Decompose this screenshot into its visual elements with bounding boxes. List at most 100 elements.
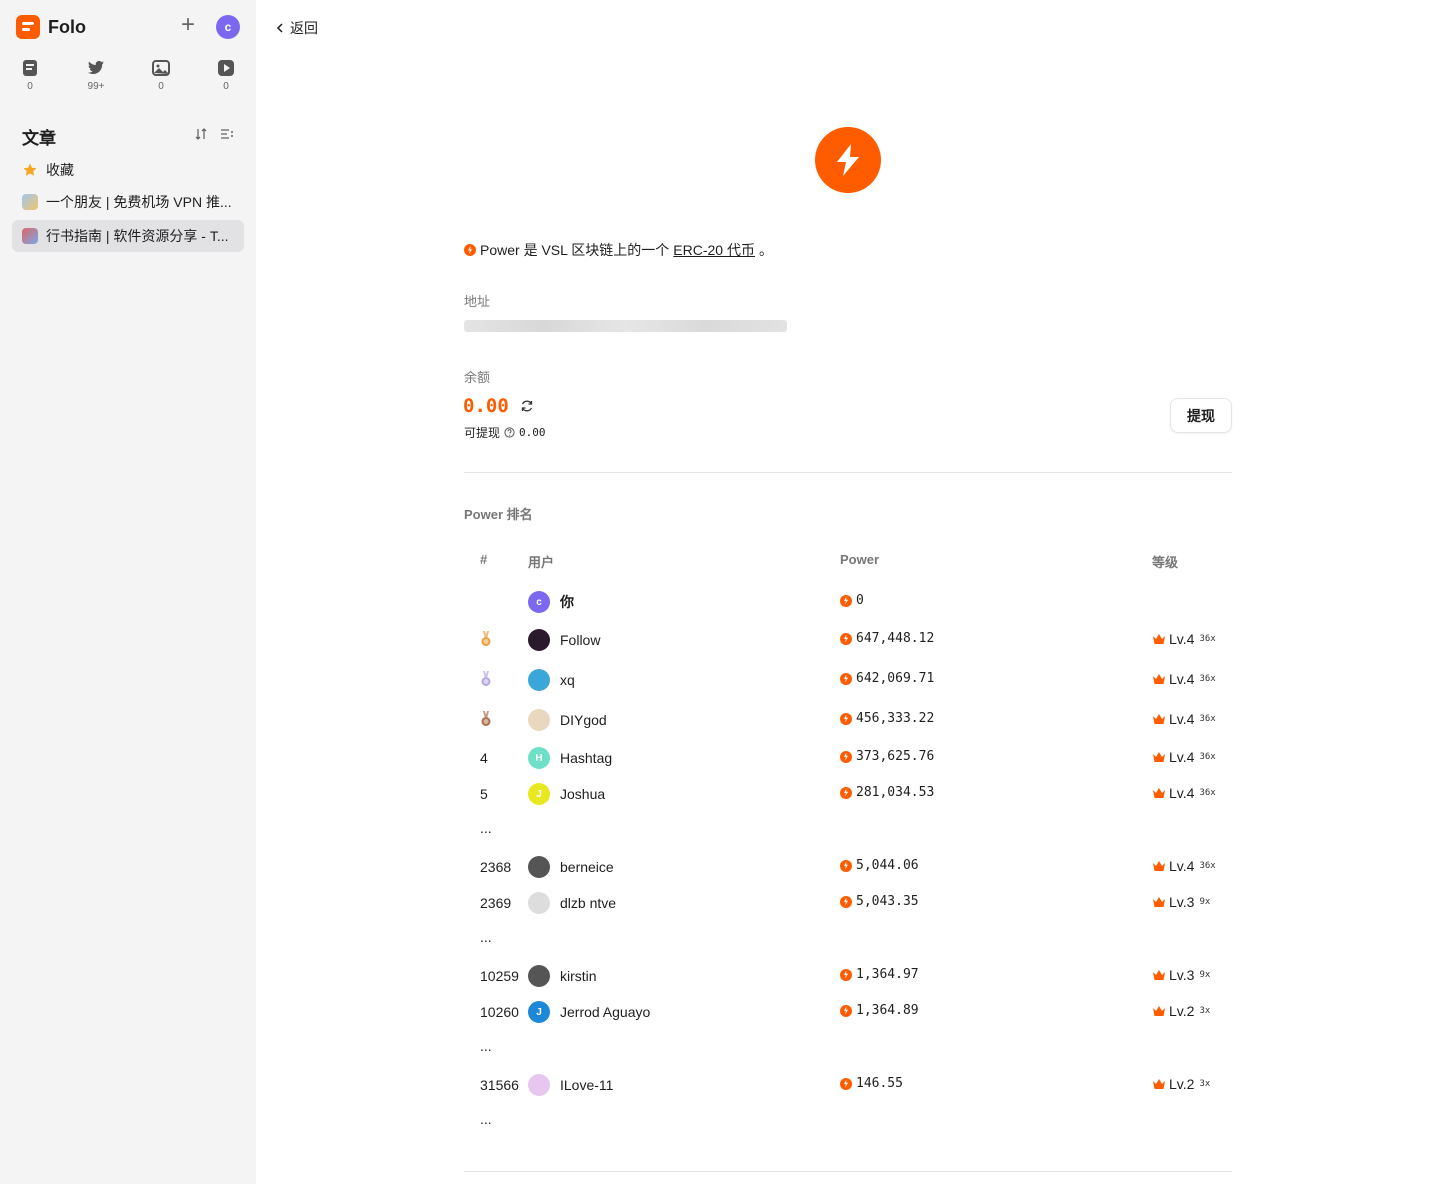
view-pictures[interactable]: 0 bbox=[141, 58, 181, 92]
address-label: 地址 bbox=[464, 294, 491, 309]
crown-icon bbox=[1153, 1079, 1165, 1089]
view-switcher: 0 99+ 0 0 bbox=[0, 58, 256, 98]
ellipsis-row: ... bbox=[480, 1111, 492, 1127]
level-value: Lv.4 bbox=[1169, 631, 1195, 647]
avatar: c bbox=[528, 591, 550, 613]
add-icon[interactable]: + bbox=[176, 13, 200, 38]
level-value: Lv.3 bbox=[1169, 967, 1195, 983]
power-icon bbox=[840, 594, 852, 607]
level-cell: Lv.3 9x bbox=[1152, 894, 1210, 910]
table-row[interactable]: 10259 kirstin 1,364.97 Lv.3 9x bbox=[464, 965, 1232, 989]
ranking-title: Power 排名 bbox=[464, 507, 533, 522]
folo-logo-icon bbox=[16, 15, 40, 39]
back-label: 返回 bbox=[290, 20, 318, 36]
crown-icon bbox=[1153, 788, 1165, 798]
address-value bbox=[464, 320, 787, 332]
avatar bbox=[528, 1074, 550, 1096]
level-cell: Lv.3 9x bbox=[1152, 967, 1210, 983]
power-value: 146.55 bbox=[856, 1076, 903, 1091]
table-row[interactable]: Follow 647,448.12 Lv.4 36x bbox=[464, 629, 1232, 653]
refresh-icon[interactable] bbox=[520, 399, 534, 413]
brand[interactable]: Folo bbox=[16, 15, 86, 39]
rank-number: 2369 bbox=[480, 895, 512, 911]
user-cell[interactable]: Follow bbox=[528, 629, 600, 651]
level-value: Lv.4 bbox=[1169, 671, 1195, 687]
level-cell: Lv.4 36x bbox=[1152, 785, 1216, 801]
erc20-link[interactable]: ERC-20 代币 bbox=[673, 240, 755, 260]
table-row[interactable]: 2368 berneice 5,044.06 Lv.4 36x bbox=[464, 856, 1232, 880]
avatar bbox=[528, 629, 550, 651]
sort-icon[interactable] bbox=[194, 127, 208, 141]
user-cell[interactable]: J Jerrod Aguayo bbox=[528, 1001, 650, 1023]
user-name: DIYgod bbox=[560, 712, 607, 728]
user-name: berneice bbox=[560, 859, 614, 875]
view-social[interactable]: 99+ bbox=[76, 58, 116, 92]
user-name: Follow bbox=[560, 632, 601, 648]
level-multiplier: 36x bbox=[1199, 674, 1216, 684]
user-cell[interactable]: ILove-11 bbox=[528, 1074, 613, 1096]
table-row[interactable]: c你 0 bbox=[464, 591, 1232, 615]
view-articles[interactable]: 0 bbox=[10, 58, 50, 92]
avatar[interactable]: c bbox=[216, 15, 240, 39]
avatar: J bbox=[528, 1001, 550, 1023]
divider bbox=[464, 472, 1232, 473]
view-count: 0 bbox=[27, 81, 33, 92]
crown-icon bbox=[1153, 752, 1165, 762]
table-row[interactable]: xq 642,069.71 Lv.4 36x bbox=[464, 669, 1232, 693]
sidebar-item-starred[interactable]: 收藏 bbox=[12, 154, 244, 186]
user-cell[interactable]: xq bbox=[528, 669, 575, 691]
article-icon bbox=[23, 60, 37, 76]
user-cell[interactable]: H Hashtag bbox=[528, 747, 612, 769]
table-row[interactable]: DIYgod 456,333.22 Lv.4 36x bbox=[464, 709, 1232, 733]
table-row[interactable]: 5 J Joshua 281,034.53 Lv.4 36x bbox=[464, 783, 1232, 807]
back-button[interactable]: 返回 bbox=[276, 18, 318, 38]
power-value: 1,364.97 bbox=[856, 967, 919, 982]
level-value: Lv.3 bbox=[1169, 894, 1195, 910]
help-icon[interactable] bbox=[504, 427, 515, 438]
view-videos[interactable]: 0 bbox=[206, 58, 246, 92]
level-multiplier: 36x bbox=[1199, 788, 1216, 798]
level-value: Lv.4 bbox=[1169, 858, 1195, 874]
level-value: Lv.4 bbox=[1169, 711, 1195, 727]
power-cell: 281,034.53 bbox=[840, 785, 934, 800]
power-icon bbox=[840, 1004, 852, 1017]
power-logo-icon bbox=[815, 127, 881, 193]
sidebar-item-feed-active[interactable]: 行书指南 | 软件资源分享 - T... bbox=[12, 220, 244, 252]
level-value: Lv.2 bbox=[1169, 1076, 1195, 1092]
section-title: 文章 bbox=[22, 129, 56, 148]
rank-number: 5 bbox=[480, 786, 488, 802]
sidebar-item-feed[interactable]: 一个朋友 | 免费机场 VPN 推... bbox=[12, 186, 244, 218]
table-row[interactable]: 31566 ILove-11 146.55 Lv.2 3x bbox=[464, 1074, 1232, 1098]
crown-icon bbox=[1153, 970, 1165, 980]
withdrawable-value: 0.00 bbox=[519, 426, 546, 439]
power-value: 373,625.76 bbox=[856, 749, 935, 764]
power-value: 642,069.71 bbox=[856, 671, 935, 686]
level-multiplier: 3x bbox=[1199, 1006, 1211, 1016]
avatar bbox=[528, 965, 550, 987]
view-count: 0 bbox=[158, 81, 164, 92]
user-cell[interactable]: kirstin bbox=[528, 965, 597, 987]
user-cell[interactable]: berneice bbox=[528, 856, 614, 878]
power-icon bbox=[840, 859, 852, 872]
table-row[interactable]: 2369 dlzb ntve 5,043.35 Lv.3 9x bbox=[464, 892, 1232, 916]
user-cell[interactable]: dlzb ntve bbox=[528, 892, 616, 914]
user-name: dlzb ntve bbox=[560, 895, 617, 911]
level-multiplier: 3x bbox=[1199, 1079, 1211, 1089]
chevron-left-icon bbox=[276, 23, 283, 33]
withdraw-button[interactable]: 提现 bbox=[1170, 398, 1232, 433]
column-level: 等级 bbox=[1152, 555, 1179, 570]
table-row[interactable]: 4 H Hashtag 373,625.76 Lv.4 36x bbox=[464, 747, 1232, 771]
ellipsis-row: ... bbox=[480, 929, 492, 945]
user-cell[interactable]: J Joshua bbox=[528, 783, 605, 805]
list-options-icon[interactable] bbox=[220, 127, 234, 141]
sidebar: Folo + c 0 99+ 0 0 文章 收藏 一个朋友 | 免费机场 VPN… bbox=[0, 0, 256, 1184]
rank-number: 2368 bbox=[480, 859, 512, 875]
user-cell[interactable]: c你 bbox=[528, 591, 574, 613]
avatar: H bbox=[528, 747, 550, 769]
table-row[interactable]: 10260 J Jerrod Aguayo 1,364.89 Lv.2 3x bbox=[464, 1001, 1232, 1025]
app-name: Folo bbox=[48, 16, 86, 37]
power-value: 456,333.22 bbox=[856, 711, 935, 726]
user-cell[interactable]: DIYgod bbox=[528, 709, 607, 731]
level-cell: Lv.4 36x bbox=[1152, 631, 1216, 647]
rank-number: 31566 bbox=[480, 1077, 519, 1093]
